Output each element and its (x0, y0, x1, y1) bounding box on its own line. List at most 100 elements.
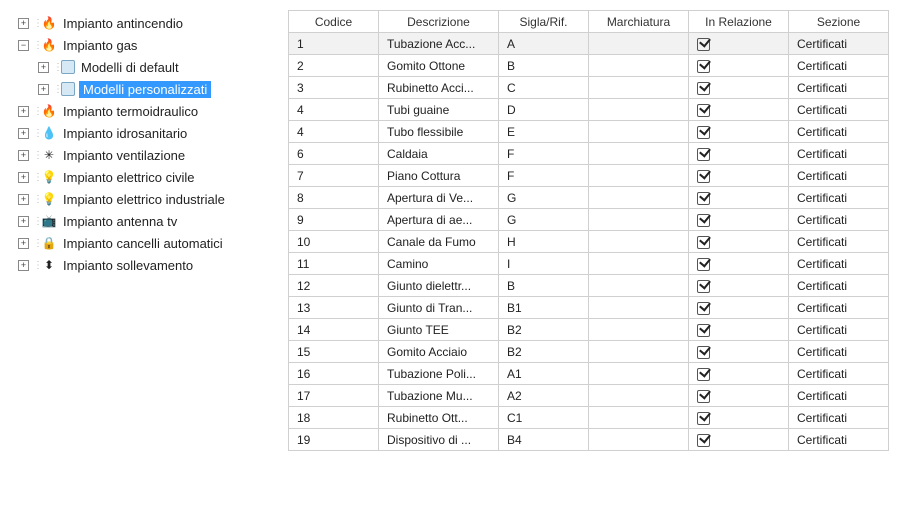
table-row[interactable]: 12Giunto dielettr...BCertificati (289, 275, 889, 297)
cell-relazione[interactable] (689, 429, 789, 451)
cell-sezione[interactable]: Certificati (789, 165, 889, 187)
tree-item[interactable]: +⋮💡Impianto elettrico civile (18, 166, 278, 188)
checkbox-icon[interactable] (697, 346, 710, 359)
tree-item-label[interactable]: Impianto antenna tv (61, 214, 179, 229)
cell-codice[interactable]: 6 (289, 143, 379, 165)
cell-codice[interactable]: 9 (289, 209, 379, 231)
cell-descrizione[interactable]: Rubinetto Ott... (379, 407, 499, 429)
table-row[interactable]: 16Tubazione Poli...A1Certificati (289, 363, 889, 385)
cell-codice[interactable]: 3 (289, 77, 379, 99)
tree-item-label[interactable]: Impianto sollevamento (61, 258, 195, 273)
checkbox-icon[interactable] (697, 324, 710, 337)
cell-marchiatura[interactable] (589, 363, 689, 385)
cell-descrizione[interactable]: Giunto TEE (379, 319, 499, 341)
cell-relazione[interactable] (689, 165, 789, 187)
table-row[interactable]: 4Tubo flessibileECertificati (289, 121, 889, 143)
tree-item[interactable]: +⋮Modelli di default (18, 56, 278, 78)
checkbox-icon[interactable] (697, 170, 710, 183)
expand-icon[interactable]: + (18, 128, 29, 139)
cell-codice[interactable]: 14 (289, 319, 379, 341)
table-row[interactable]: 4Tubi guaineDCertificati (289, 99, 889, 121)
table-row[interactable]: 9Apertura di ae...GCertificati (289, 209, 889, 231)
checkbox-icon[interactable] (697, 280, 710, 293)
cell-relazione[interactable] (689, 55, 789, 77)
cell-sezione[interactable]: Certificati (789, 275, 889, 297)
cell-codice[interactable]: 1 (289, 33, 379, 55)
cell-sigla[interactable]: E (499, 121, 589, 143)
cell-sezione[interactable]: Certificati (789, 121, 889, 143)
cell-codice[interactable]: 10 (289, 231, 379, 253)
checkbox-icon[interactable] (697, 192, 710, 205)
cell-marchiatura[interactable] (589, 77, 689, 99)
cell-marchiatura[interactable] (589, 429, 689, 451)
cell-marchiatura[interactable] (589, 253, 689, 275)
tree-item-label[interactable]: Impianto termoidraulico (61, 104, 200, 119)
table-row[interactable]: 3Rubinetto Acci...CCertificati (289, 77, 889, 99)
cell-relazione[interactable] (689, 187, 789, 209)
cell-marchiatura[interactable] (589, 209, 689, 231)
cell-relazione[interactable] (689, 209, 789, 231)
cell-relazione[interactable] (689, 407, 789, 429)
expand-icon[interactable]: + (18, 216, 29, 227)
col-header-codice[interactable]: Codice (289, 11, 379, 33)
cell-relazione[interactable] (689, 253, 789, 275)
cell-sezione[interactable]: Certificati (789, 429, 889, 451)
cell-relazione[interactable] (689, 33, 789, 55)
cell-marchiatura[interactable] (589, 165, 689, 187)
table-row[interactable]: 18Rubinetto Ott...C1Certificati (289, 407, 889, 429)
cell-sigla[interactable]: A (499, 33, 589, 55)
cell-relazione[interactable] (689, 121, 789, 143)
tree-item-label[interactable]: Modelli personalizzati (79, 81, 211, 98)
cell-codice[interactable]: 7 (289, 165, 379, 187)
expand-icon[interactable]: + (18, 106, 29, 117)
cell-sezione[interactable]: Certificati (789, 55, 889, 77)
table-row[interactable]: 6CaldaiaFCertificati (289, 143, 889, 165)
checkbox-icon[interactable] (697, 214, 710, 227)
checkbox-icon[interactable] (697, 38, 710, 51)
cell-relazione[interactable] (689, 341, 789, 363)
col-header-sezione[interactable]: Sezione (789, 11, 889, 33)
cell-relazione[interactable] (689, 385, 789, 407)
cell-sezione[interactable]: Certificati (789, 319, 889, 341)
table-row[interactable]: 17Tubazione Mu...A2Certificati (289, 385, 889, 407)
cell-marchiatura[interactable] (589, 121, 689, 143)
cell-sigla[interactable]: A1 (499, 363, 589, 385)
cell-sigla[interactable]: B4 (499, 429, 589, 451)
tree-item[interactable]: +⋮✳Impianto ventilazione (18, 144, 278, 166)
cell-codice[interactable]: 13 (289, 297, 379, 319)
tree-item-label[interactable]: Impianto elettrico industriale (61, 192, 227, 207)
cell-sezione[interactable]: Certificati (789, 341, 889, 363)
cell-codice[interactable]: 17 (289, 385, 379, 407)
cell-codice[interactable]: 4 (289, 99, 379, 121)
expand-icon[interactable]: + (18, 172, 29, 183)
table-row[interactable]: 10Canale da FumoHCertificati (289, 231, 889, 253)
cell-descrizione[interactable]: Gomito Acciaio (379, 341, 499, 363)
tree-item-label[interactable]: Impianto elettrico civile (61, 170, 197, 185)
table-row[interactable]: 19Dispositivo di ...B4Certificati (289, 429, 889, 451)
cell-marchiatura[interactable] (589, 187, 689, 209)
checkbox-icon[interactable] (697, 412, 710, 425)
expand-icon[interactable]: + (18, 194, 29, 205)
col-header-marchiatura[interactable]: Marchiatura (589, 11, 689, 33)
cell-sezione[interactable]: Certificati (789, 231, 889, 253)
tree-item[interactable]: +⋮⬍Impianto sollevamento (18, 254, 278, 276)
table-row[interactable]: 2Gomito OttoneBCertificati (289, 55, 889, 77)
checkbox-icon[interactable] (697, 434, 710, 447)
cell-relazione[interactable] (689, 363, 789, 385)
cell-sezione[interactable]: Certificati (789, 253, 889, 275)
cell-relazione[interactable] (689, 297, 789, 319)
cell-sigla[interactable]: B2 (499, 319, 589, 341)
cell-sezione[interactable]: Certificati (789, 33, 889, 55)
cell-sezione[interactable]: Certificati (789, 363, 889, 385)
cell-sigla[interactable]: B1 (499, 297, 589, 319)
cell-marchiatura[interactable] (589, 33, 689, 55)
cell-sezione[interactable]: Certificati (789, 297, 889, 319)
cell-descrizione[interactable]: Tubi guaine (379, 99, 499, 121)
cell-descrizione[interactable]: Tubazione Mu... (379, 385, 499, 407)
checkbox-icon[interactable] (697, 82, 710, 95)
table-row[interactable]: 1Tubazione Acc...ACertificati (289, 33, 889, 55)
table-row[interactable]: 14Giunto TEEB2 Certificati (289, 319, 889, 341)
cell-sezione[interactable]: Certificati (789, 407, 889, 429)
tree-item[interactable]: +⋮🔥Impianto termoidraulico (18, 100, 278, 122)
cell-marchiatura[interactable] (589, 407, 689, 429)
